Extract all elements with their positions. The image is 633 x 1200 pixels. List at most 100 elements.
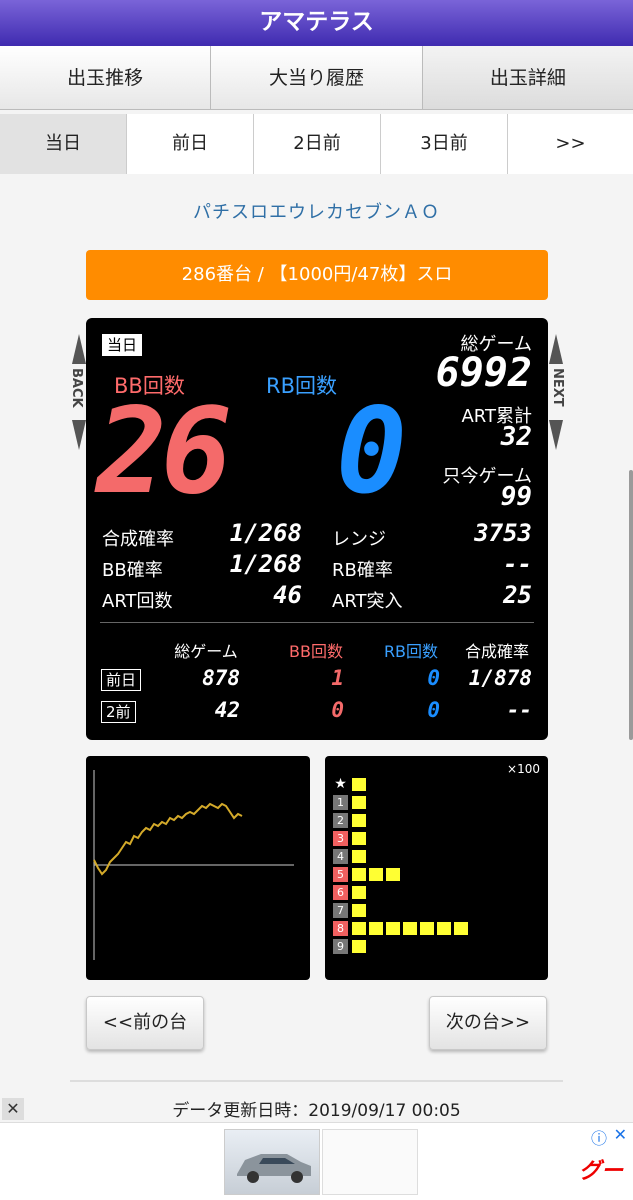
day-tabs: 当日 前日 2日前 3日前 >> <box>0 114 633 174</box>
tab-today[interactable]: 当日 <box>0 114 127 174</box>
current-games-value: 99 <box>500 482 532 512</box>
combined-rate-value: 1/268 <box>229 519 302 547</box>
nav-tabs: 出玉推移 大当り履歴 出玉詳細 <box>0 46 633 110</box>
tab-jackpot-history[interactable]: 大当り履歴 <box>211 46 423 110</box>
ad-logo: グー <box>578 1159 623 1184</box>
payout-graph <box>86 756 310 980</box>
ad-banner[interactable]: ⓘ ✕ グー <box>0 1122 633 1200</box>
history-bb: 1 <box>331 666 344 690</box>
ad-text-panel[interactable] <box>322 1129 418 1195</box>
bb-rate-label: BB確率 <box>102 560 163 581</box>
tab-yesterday[interactable]: 前日 <box>127 114 254 174</box>
bar-cell <box>351 885 367 900</box>
tab-payout-detail[interactable]: 出玉詳細 <box>422 46 633 110</box>
scrollbar[interactable] <box>629 470 633 740</box>
history-header-rb: RB回数 <box>383 642 439 661</box>
bar-cell <box>351 795 367 810</box>
bar-cell <box>385 867 401 882</box>
divider-line <box>70 1080 563 1082</box>
machine-info-bar: 286番台 / 【1000円/47枚】スロ <box>86 250 548 300</box>
bar-row: 5 <box>333 866 402 883</box>
bar-row: 4 <box>333 848 368 865</box>
bar-row-number: 7 <box>333 903 348 918</box>
range-label: レンジ <box>332 529 386 550</box>
ad-dismiss-icon[interactable]: ✕ <box>614 1125 627 1144</box>
total-games-value: 6992 <box>435 350 532 396</box>
range-value: 3753 <box>474 519 532 547</box>
next-label[interactable]: NEXT <box>550 368 565 407</box>
bar-row-number: 9 <box>333 939 348 954</box>
next-machine-button[interactable]: 次の台>> <box>429 996 547 1050</box>
ad-close-icon[interactable]: ✕ <box>2 1098 24 1120</box>
history-row-label: 前日 <box>101 669 142 691</box>
back-arrow-up-icon[interactable] <box>72 334 86 364</box>
bar-row-number: 4 <box>333 849 348 864</box>
ad-info-icon[interactable]: ⓘ <box>591 1125 607 1149</box>
art-entry-label: ART突入 <box>332 591 403 612</box>
bar-row-number: 8 <box>333 921 348 936</box>
ad-car-image[interactable] <box>224 1129 320 1195</box>
hit-distribution-chart: ×100 ★ 1 2 3 4 5 6 7 8 9 <box>325 756 548 980</box>
bar-cell <box>419 921 435 936</box>
bar-cell <box>453 921 469 936</box>
tab-payout-trend[interactable]: 出玉推移 <box>0 46 212 110</box>
tab-3-days-ago[interactable]: 3日前 <box>381 114 508 174</box>
bar-row-number: 1 <box>333 795 348 810</box>
bar-cell <box>351 867 367 882</box>
bar-row: 8 <box>333 920 470 937</box>
bar-row-number: ★ <box>334 776 347 792</box>
history-header-games: 総ゲーム <box>174 642 238 661</box>
bar-row: 2 <box>333 812 368 829</box>
art-total-value: 32 <box>500 422 532 452</box>
bb-count: 26 <box>96 382 232 520</box>
tab-2-days-ago[interactable]: 2日前 <box>254 114 381 174</box>
history-rate: 1/878 <box>468 666 532 690</box>
history-games: 878 <box>202 666 240 690</box>
app-title: アマテラス <box>0 0 633 46</box>
divider <box>100 622 534 623</box>
history-rate: -- <box>506 698 532 722</box>
bar-row: ★ <box>333 776 368 793</box>
back-label[interactable]: BACK <box>69 368 84 408</box>
bar-row: 1 <box>333 794 368 811</box>
bar-cell <box>368 921 384 936</box>
bar-cell <box>351 831 367 846</box>
art-count-label: ART回数 <box>102 591 173 612</box>
bar-cell <box>351 939 367 954</box>
rb-rate-label: RB確率 <box>332 560 393 581</box>
history-rb: 0 <box>427 666 440 690</box>
next-arrow-up-icon[interactable] <box>549 334 563 364</box>
rb-count: 0 <box>336 382 408 520</box>
next-arrow-down-icon[interactable] <box>549 420 563 450</box>
bar-row: 3 <box>333 830 368 847</box>
bar-row-number: 6 <box>333 885 348 900</box>
bar-cell <box>351 921 367 936</box>
update-timestamp: データ更新日時：2019/09/17 00:05 <box>172 1101 461 1121</box>
bar-cell <box>402 921 418 936</box>
prev-machine-button[interactable]: <<前の台 <box>86 996 204 1050</box>
today-badge: 当日 <box>101 333 144 357</box>
tab-more[interactable]: >> <box>508 114 633 174</box>
rb-rate-value: -- <box>503 550 532 578</box>
machine-name: パチスロエウレカセブンＡＯ <box>193 202 440 223</box>
car-icon <box>237 1154 311 1183</box>
rb-label: RB回数 <box>266 374 337 398</box>
graph-line <box>93 802 243 876</box>
bar-cell <box>368 867 384 882</box>
bar-row-number: 3 <box>333 831 348 846</box>
bar-cell <box>385 921 401 936</box>
bar-cell <box>351 813 367 828</box>
history-header-rate: 合成確率 <box>464 642 529 661</box>
combined-rate-label: 合成確率 <box>102 529 174 550</box>
history-bb: 0 <box>331 698 344 722</box>
bar-row: 9 <box>333 938 368 955</box>
bar-cell <box>351 849 367 864</box>
art-entry-value: 25 <box>503 581 532 609</box>
back-arrow-down-icon[interactable] <box>72 420 86 450</box>
history-rb: 0 <box>427 698 440 722</box>
history-games: 42 <box>214 698 240 722</box>
bar-row: 7 <box>333 902 368 919</box>
bar-row-number: 2 <box>333 813 348 828</box>
bar-cell <box>436 921 452 936</box>
history-header-bb: BB回数 <box>289 642 343 661</box>
